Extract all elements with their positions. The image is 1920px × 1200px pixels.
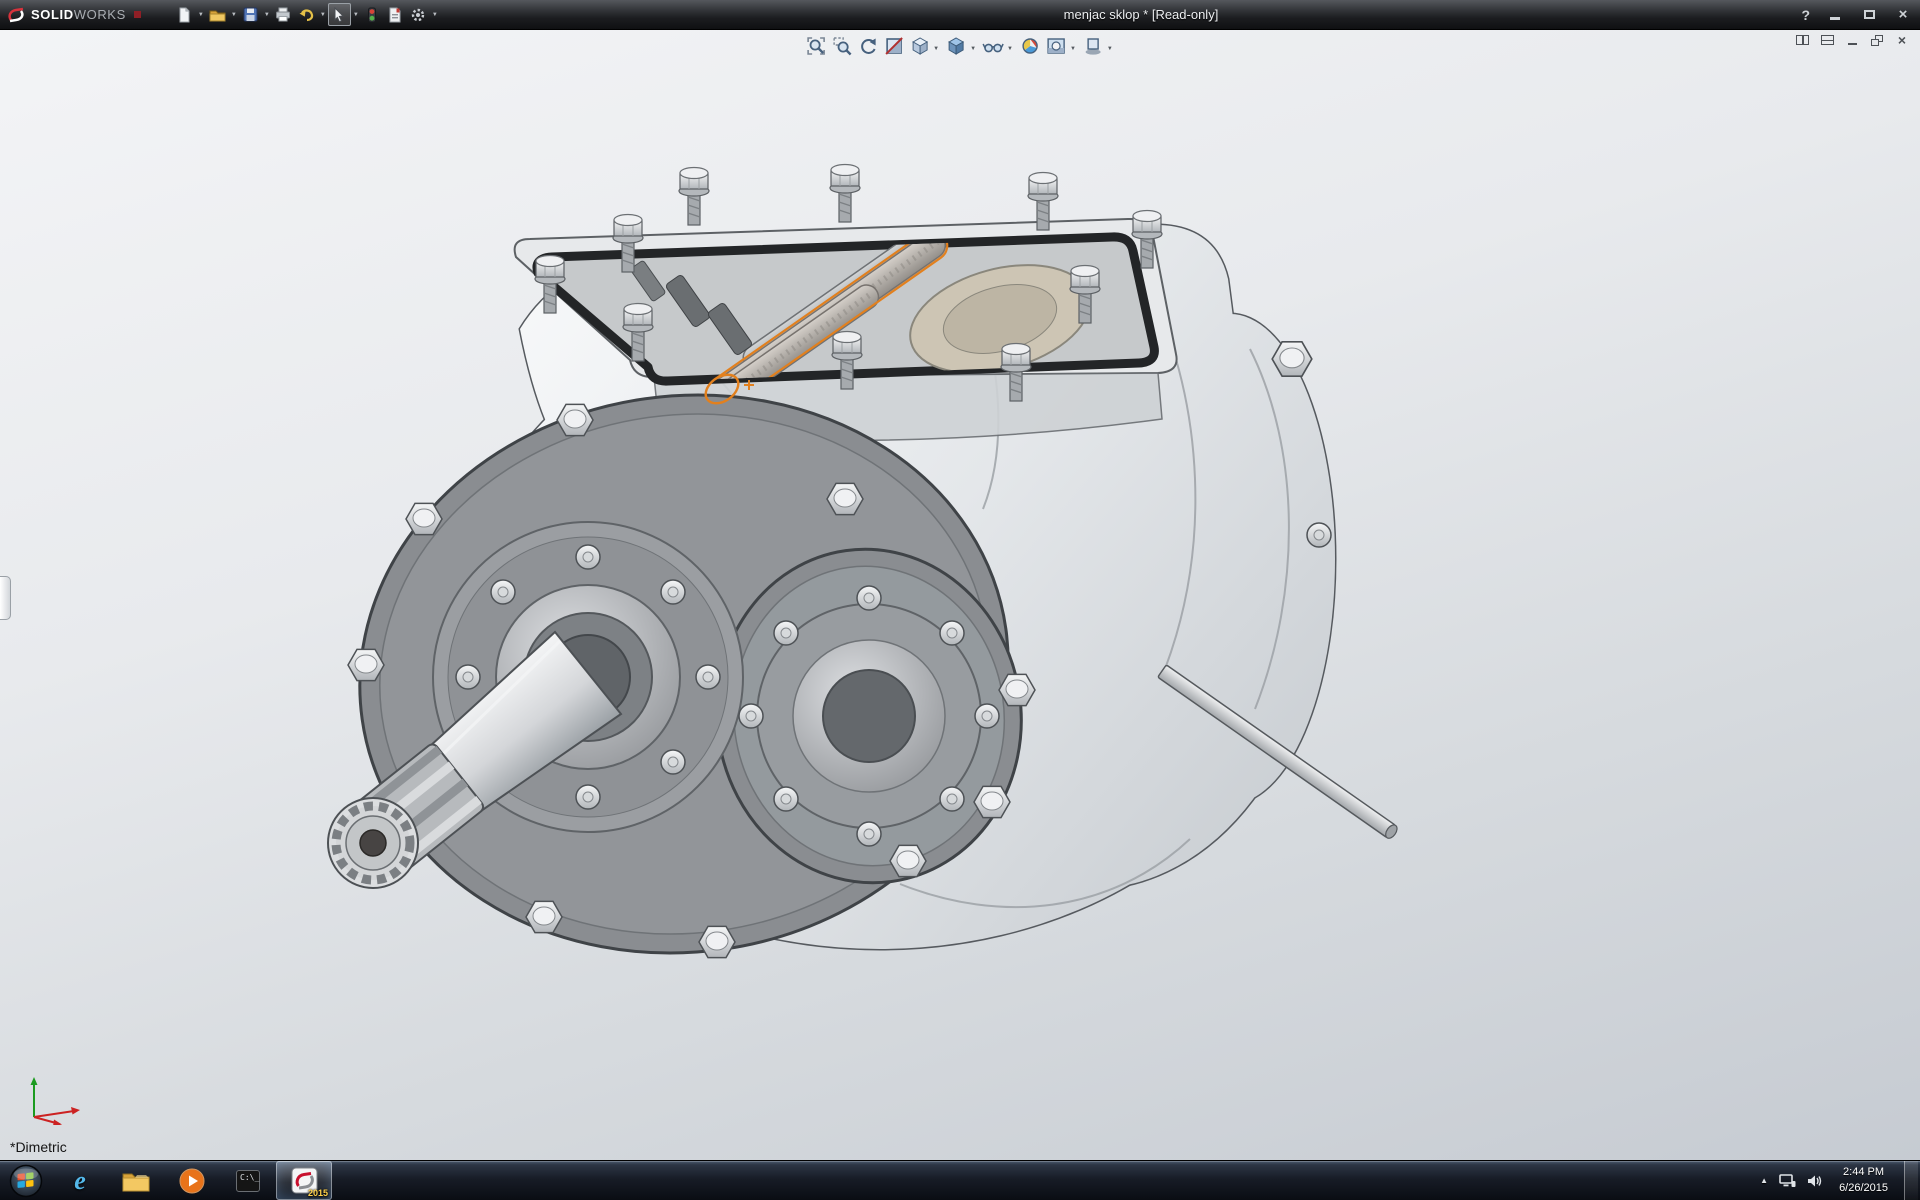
new-document-dropdown[interactable]: ▼ bbox=[196, 12, 206, 18]
display-style-button[interactable] bbox=[945, 34, 968, 57]
graphics-viewport[interactable]: ▼ ▼ ▼ bbox=[0, 29, 1920, 1161]
close-button[interactable]: × bbox=[1894, 7, 1912, 23]
folder-icon bbox=[122, 1170, 150, 1192]
document-title: menjac sklop * [Read-only] bbox=[1064, 7, 1219, 22]
feature-panel-flyout-tab[interactable] bbox=[0, 576, 11, 620]
print-icon bbox=[275, 7, 291, 22]
output-cover-boss bbox=[739, 586, 999, 846]
select-dropdown[interactable]: ▼ bbox=[351, 12, 361, 18]
heads-up-view-toolbar: ▼ ▼ ▼ bbox=[804, 34, 1116, 57]
select-cursor-icon bbox=[332, 7, 346, 23]
title-bar: SOLIDWORKS ▼ ▼ ▼ bbox=[0, 0, 1920, 30]
media-player-icon bbox=[179, 1168, 205, 1194]
save-floppy-icon bbox=[243, 7, 258, 22]
file-properties-icon bbox=[388, 7, 402, 23]
appearance-ball-icon bbox=[1020, 36, 1040, 56]
split-horizontal-button[interactable] bbox=[1819, 33, 1835, 47]
document-window-controls: × bbox=[1794, 33, 1910, 47]
view-orientation-button[interactable] bbox=[908, 34, 931, 57]
zoom-to-area-icon bbox=[832, 36, 852, 56]
maximize-button[interactable] bbox=[1860, 7, 1878, 23]
windows-orb-icon bbox=[9, 1164, 43, 1198]
doc-close-button[interactable]: × bbox=[1894, 33, 1910, 47]
brand-mark bbox=[134, 11, 141, 18]
new-document-button[interactable] bbox=[173, 3, 196, 26]
view-orientation-label: *Dimetric bbox=[10, 1139, 67, 1155]
hide-show-items-button[interactable] bbox=[982, 34, 1005, 57]
doc-restore-button[interactable] bbox=[1869, 33, 1885, 47]
gearbox-model[interactable] bbox=[0, 29, 1920, 1161]
view-settings-dropdown[interactable]: ▼ bbox=[1107, 46, 1113, 52]
print-button[interactable] bbox=[272, 3, 295, 26]
internet-explorer-icon: e bbox=[74, 1166, 86, 1196]
zoom-to-area-button[interactable] bbox=[830, 34, 853, 57]
open-button[interactable] bbox=[206, 3, 229, 26]
display-style-dropdown[interactable]: ▼ bbox=[970, 46, 976, 52]
undo-arrow-icon bbox=[298, 7, 315, 22]
minimize-button[interactable] bbox=[1826, 7, 1844, 23]
save-button[interactable] bbox=[239, 3, 262, 26]
apply-scene-icon bbox=[1046, 36, 1066, 56]
brand-bold: SOLID bbox=[31, 7, 74, 22]
taskbar-command-prompt[interactable]: C:\_ bbox=[220, 1161, 276, 1200]
clock-date: 6/26/2015 bbox=[1839, 1181, 1888, 1196]
taskbar: e C:\_ bbox=[0, 1160, 1920, 1200]
split-vertical-button[interactable] bbox=[1794, 33, 1810, 47]
section-view-icon bbox=[884, 36, 904, 56]
taskbar-media-player[interactable] bbox=[164, 1161, 220, 1200]
desktop: SOLIDWORKS ▼ ▼ ▼ bbox=[0, 0, 1920, 1200]
edit-appearance-button[interactable] bbox=[1019, 34, 1042, 57]
doc-minimize-button[interactable] bbox=[1844, 33, 1860, 47]
housing-bolt bbox=[1307, 523, 1331, 547]
window-controls: ? × bbox=[1801, 0, 1912, 29]
view-settings-icon bbox=[1083, 36, 1103, 56]
clock-time: 2:44 PM bbox=[1839, 1165, 1888, 1180]
show-hidden-icons-button[interactable]: ▲ bbox=[1760, 1176, 1768, 1185]
select-button[interactable] bbox=[328, 3, 351, 26]
save-dropdown[interactable]: ▼ bbox=[262, 12, 272, 18]
file-properties-button[interactable] bbox=[384, 3, 407, 26]
solidworks-logo: SOLIDWORKS bbox=[0, 6, 149, 24]
taskbar-clock[interactable]: 2:44 PM 6/26/2015 bbox=[1834, 1165, 1893, 1196]
section-view-button[interactable] bbox=[882, 34, 905, 57]
help-icon[interactable]: ? bbox=[1801, 7, 1810, 23]
undo-dropdown[interactable]: ▼ bbox=[318, 12, 328, 18]
taskbar-file-explorer[interactable] bbox=[108, 1161, 164, 1200]
view-orientation-dropdown[interactable]: ▼ bbox=[933, 46, 939, 52]
display-style-cube-icon bbox=[947, 36, 967, 56]
zoom-to-fit-icon bbox=[806, 36, 826, 56]
solidworks-logo-icon bbox=[6, 6, 26, 24]
view-orientation-cube-icon bbox=[910, 36, 930, 56]
zoom-to-fit-button[interactable] bbox=[804, 34, 827, 57]
options-dropdown[interactable]: ▼ bbox=[430, 12, 440, 18]
command-prompt-icon: C:\_ bbox=[236, 1170, 260, 1192]
undo-button[interactable] bbox=[295, 3, 318, 26]
start-button[interactable] bbox=[0, 1161, 52, 1200]
reference-triad bbox=[20, 1067, 92, 1125]
notification-area: ▲ 2:44 PM 6/26/2015 bbox=[1760, 1161, 1920, 1200]
standard-toolbar: ▼ ▼ ▼ bbox=[173, 3, 440, 26]
brand-text: SOLIDWORKS bbox=[31, 7, 126, 22]
options-gear-icon bbox=[410, 7, 426, 23]
previous-view-icon bbox=[858, 36, 878, 56]
open-folder-icon bbox=[209, 8, 226, 22]
apply-scene-dropdown[interactable]: ▼ bbox=[1070, 46, 1076, 52]
taskbar-internet-explorer[interactable]: e bbox=[52, 1161, 108, 1200]
brand-light: WORKS bbox=[74, 7, 126, 22]
new-document-icon bbox=[176, 7, 192, 23]
rebuild-button[interactable] bbox=[361, 3, 384, 26]
apply-scene-button[interactable] bbox=[1045, 34, 1068, 57]
solidworks-version-badge: 2015 bbox=[308, 1188, 328, 1198]
previous-view-button[interactable] bbox=[856, 34, 879, 57]
show-desktop-button[interactable] bbox=[1904, 1161, 1918, 1200]
view-settings-button[interactable] bbox=[1082, 34, 1105, 57]
options-button[interactable] bbox=[407, 3, 430, 26]
hide-show-items-dropdown[interactable]: ▼ bbox=[1007, 46, 1013, 52]
glasses-icon bbox=[983, 36, 1005, 56]
rebuild-icon bbox=[366, 7, 378, 23]
volume-icon[interactable] bbox=[1807, 1174, 1823, 1188]
taskbar-solidworks[interactable]: 2015 bbox=[276, 1161, 332, 1200]
open-dropdown[interactable]: ▼ bbox=[229, 12, 239, 18]
network-icon[interactable] bbox=[1779, 1174, 1796, 1188]
